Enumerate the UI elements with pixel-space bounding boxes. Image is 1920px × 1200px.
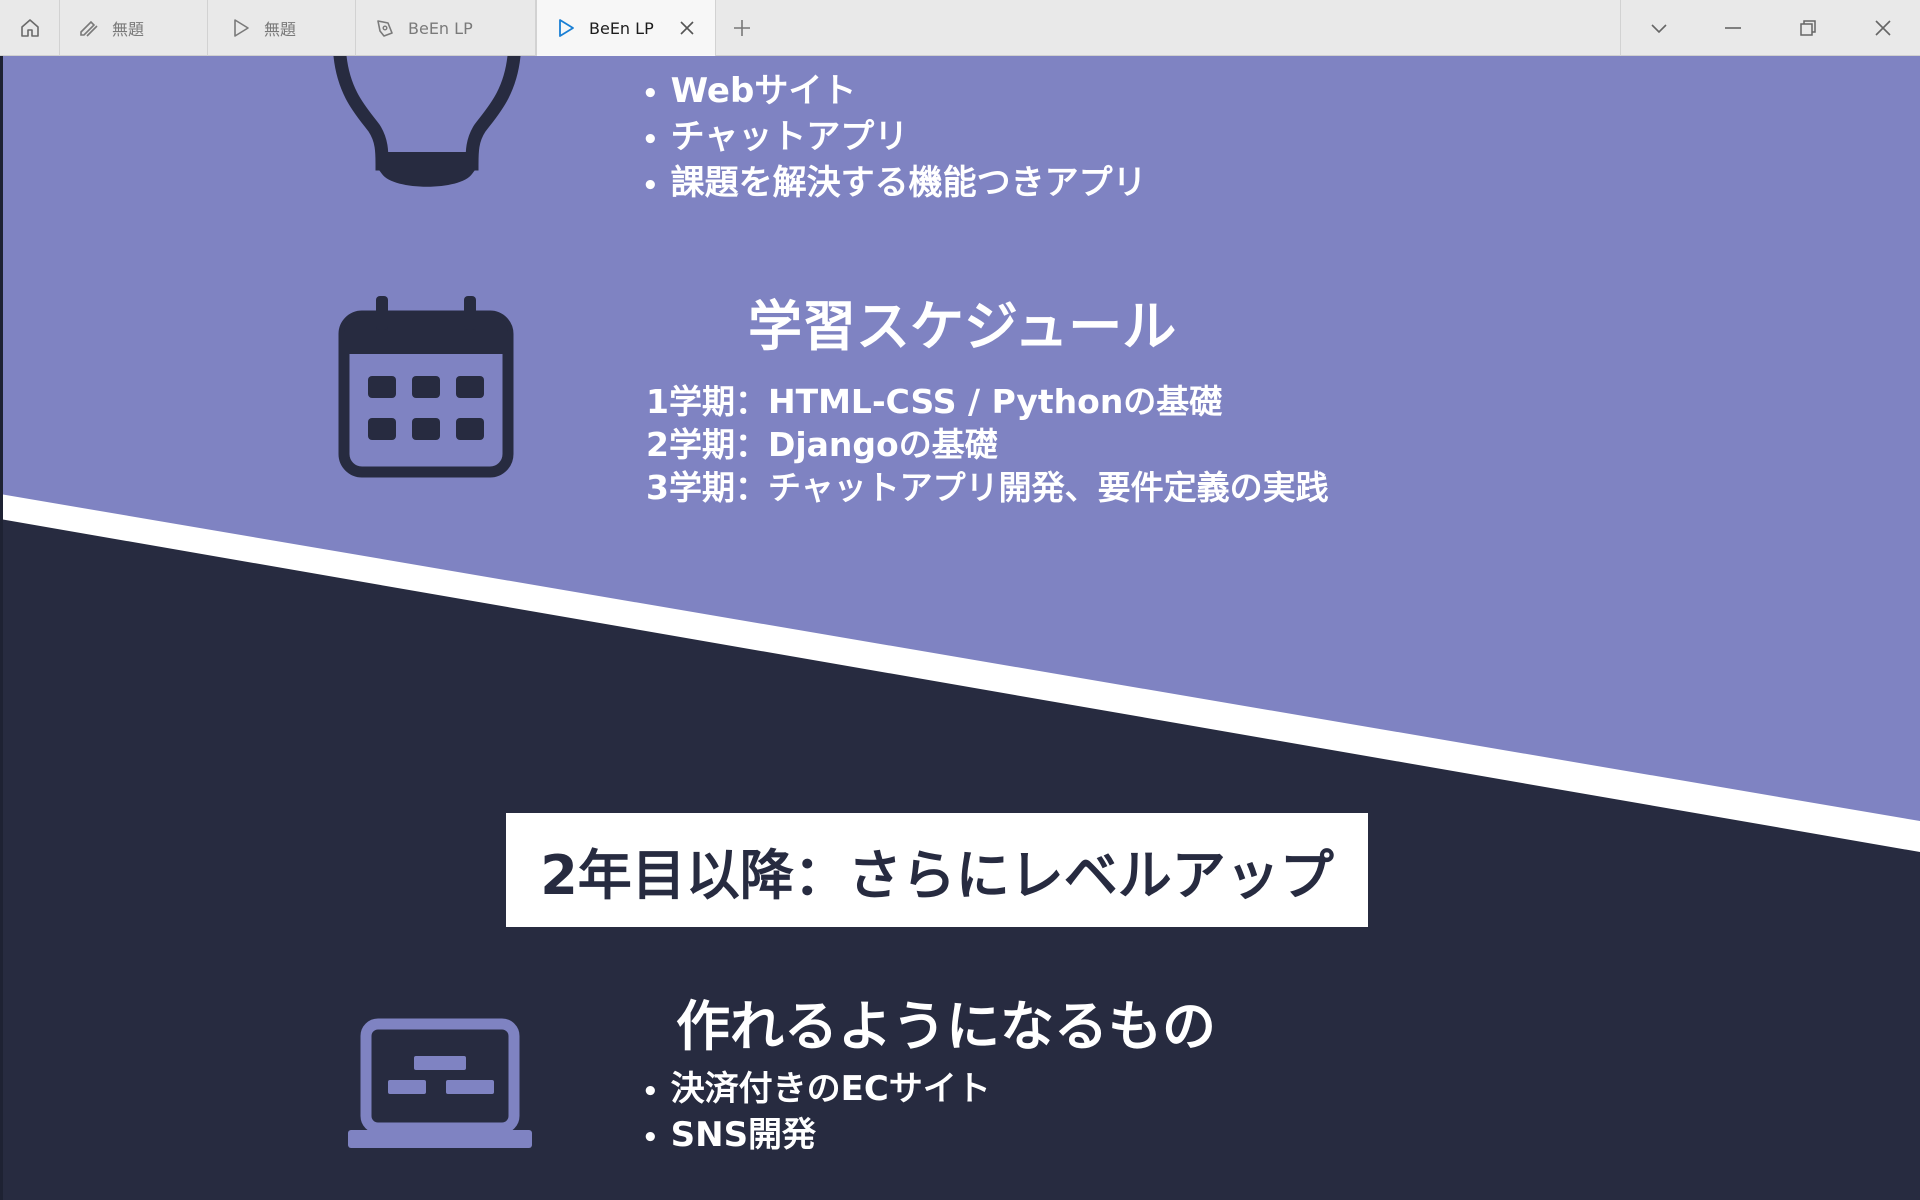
play-icon <box>555 17 577 39</box>
can-build-list: 決済付きのECサイト SNS開発 <box>642 1068 991 1160</box>
laptop-icon <box>348 1018 532 1148</box>
viewport-edge <box>0 56 3 1200</box>
tab-label: 無題 <box>264 20 297 39</box>
calendar-icon <box>338 296 514 478</box>
banner-text: 2年目以降：さらにレベルアップ <box>540 843 1334 907</box>
home-icon <box>19 17 41 39</box>
can-build-heading: 作れるようになるもの <box>676 995 1216 1058</box>
schedule-line: 1学期：HTML-CSS / Pythonの基礎 <box>646 382 1223 421</box>
level-up-banner: 2年目以降：さらにレベルアップ <box>506 813 1368 927</box>
tab-untitled-2[interactable]: 無題 <box>208 0 356 56</box>
tab-list-dropdown-icon[interactable] <box>1620 0 1696 56</box>
lightbulb-icon <box>333 56 521 187</box>
close-window-icon[interactable] <box>1845 0 1920 56</box>
new-tab-icon[interactable] <box>730 16 754 40</box>
minimize-icon[interactable] <box>1695 0 1770 56</box>
tab-label: BeEn LP <box>408 18 473 38</box>
tab-bar: 無題 無題 BeEn LP BeEn LP <box>0 0 1920 56</box>
list-item: Webサイト <box>642 70 1147 116</box>
tab-been-lp-edit[interactable]: BeEn LP <box>356 0 536 56</box>
list-item: SNS開発 <box>642 1114 991 1160</box>
home-tab[interactable] <box>0 0 60 56</box>
pen-icon <box>78 17 100 39</box>
play-icon <box>230 17 252 39</box>
tab-label: 無題 <box>112 20 145 39</box>
app-window: 無題 無題 BeEn LP BeEn LP • Webサイト • チャットアプリ… <box>0 0 1920 1200</box>
pen-nib-icon <box>374 17 396 39</box>
tab-been-lp-preview[interactable]: BeEn LP <box>536 0 716 56</box>
tab-untitled-1[interactable]: 無題 <box>60 0 208 56</box>
list-item: 決済付きのECサイト <box>642 1068 991 1114</box>
restore-icon[interactable] <box>1770 0 1845 56</box>
schedule-list: 1学期：HTML-CSS / Pythonの基礎 2学期：Djangoの基礎 3… <box>646 380 1329 509</box>
schedule-line: 2学期：Djangoの基礎 <box>646 425 998 464</box>
tab-label: BeEn LP <box>589 18 654 38</box>
app-types-list: Webサイト チャットアプリ 課題を解決する機能つきアプリ <box>642 70 1147 208</box>
schedule-line: 3学期：チャットアプリ開発、要件定義の実践 <box>646 468 1329 507</box>
schedule-heading: 学習スケジュール <box>748 295 1177 358</box>
page-viewport: Webサイト チャットアプリ 課題を解決する機能つきアプリ 学習スケジュール 1… <box>0 56 1920 1200</box>
list-item: チャットアプリ <box>642 116 1147 162</box>
close-tab-icon[interactable] <box>677 18 697 38</box>
list-item: 課題を解決する機能つきアプリ <box>642 162 1147 208</box>
